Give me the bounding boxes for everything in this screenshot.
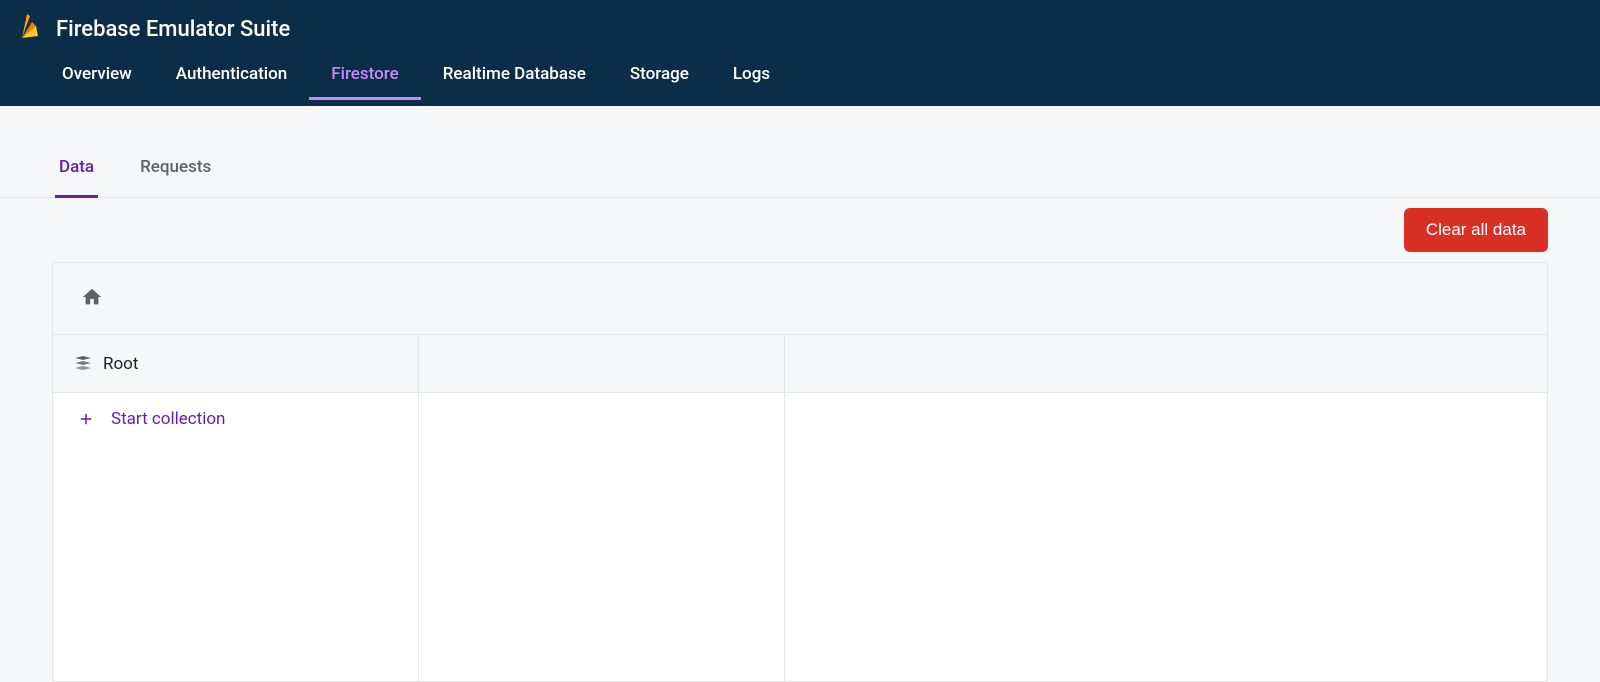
column-collection-body	[419, 393, 784, 681]
firestore-columns: Root Start collection	[53, 335, 1547, 681]
plus-icon	[77, 410, 95, 428]
firestore-card: Root Start collection	[52, 262, 1548, 682]
nav-firestore[interactable]: Firestore	[309, 52, 420, 100]
firebase-logo-icon	[18, 14, 42, 44]
app-header: Firebase Emulator Suite Overview Authent…	[0, 0, 1600, 106]
column-root: Root Start collection	[53, 335, 419, 681]
content-area: Data Requests Clear all data	[0, 106, 1600, 682]
start-collection-label: Start collection	[111, 409, 225, 429]
clear-all-data-button[interactable]: Clear all data	[1404, 208, 1548, 252]
sub-tabs: Data Requests	[0, 106, 1600, 198]
nav-overview[interactable]: Overview	[40, 52, 154, 100]
main-nav: Overview Authentication Firestore Realti…	[0, 52, 1600, 100]
home-icon[interactable]	[81, 286, 103, 312]
card-toolbar	[53, 263, 1547, 335]
tab-data[interactable]: Data	[55, 157, 98, 198]
nav-storage[interactable]: Storage	[608, 52, 711, 100]
column-document-body	[785, 393, 1547, 681]
database-stack-icon	[73, 356, 93, 372]
column-collection	[419, 335, 785, 681]
nav-authentication[interactable]: Authentication	[154, 52, 309, 100]
root-label: Root	[103, 354, 138, 374]
brand-row: Firebase Emulator Suite	[0, 0, 1600, 52]
column-root-body: Start collection	[53, 393, 418, 681]
start-collection-button[interactable]: Start collection	[53, 403, 418, 435]
nav-logs[interactable]: Logs	[711, 52, 792, 100]
column-collection-header	[419, 335, 784, 393]
column-document	[785, 335, 1547, 681]
column-root-header: Root	[53, 335, 418, 393]
app-title: Firebase Emulator Suite	[56, 17, 290, 42]
tab-requests[interactable]: Requests	[136, 157, 215, 198]
column-document-header	[785, 335, 1547, 393]
nav-realtime-database[interactable]: Realtime Database	[421, 52, 608, 100]
action-row: Clear all data	[0, 198, 1600, 262]
